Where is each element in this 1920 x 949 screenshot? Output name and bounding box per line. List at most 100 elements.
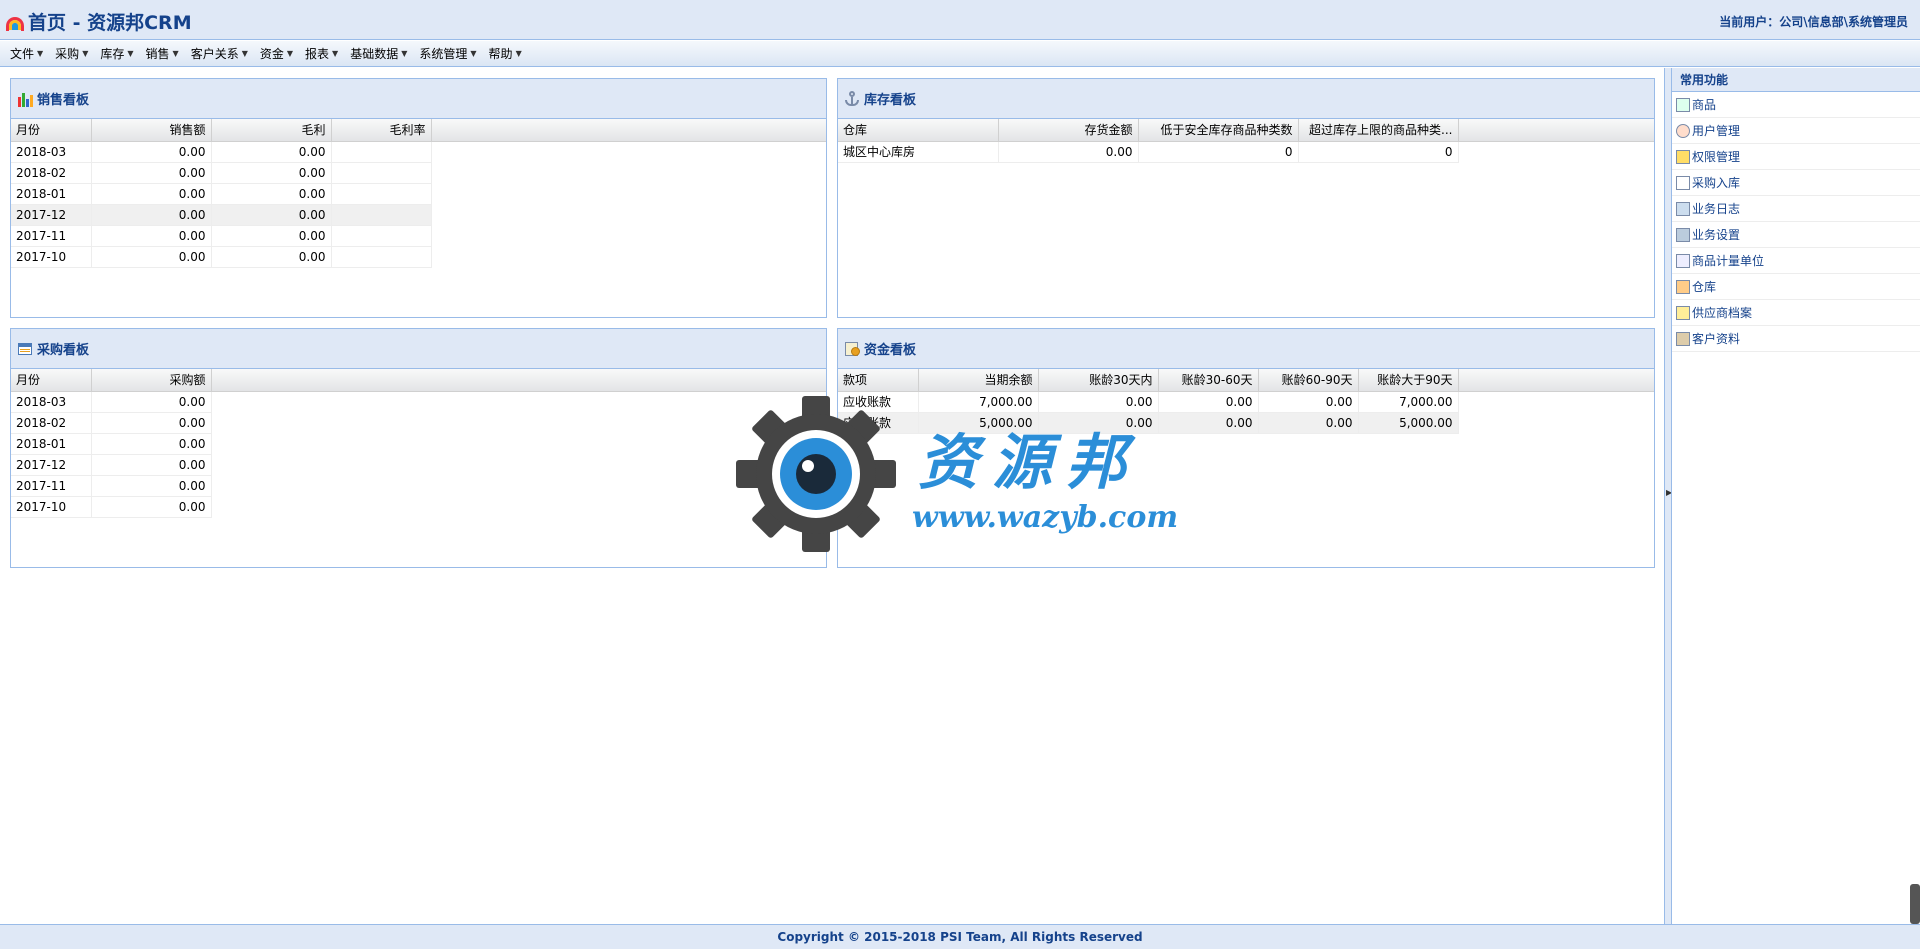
table-row[interactable]: 2017-10 0.00: [11, 496, 826, 518]
sidebar-collapse-bar[interactable]: ▶: [1664, 68, 1672, 924]
table-row[interactable]: 2017-11 0.00: [11, 475, 826, 497]
col-warehouse[interactable]: 仓库: [838, 119, 999, 142]
table-row[interactable]: 2018-01 0.00 0.00: [11, 183, 826, 205]
sales-panel-header: 销售看板: [11, 79, 826, 119]
purchase-panel-title: 采购看板: [37, 343, 90, 358]
app-title-text: 首页 - 资源邦CRM: [28, 12, 192, 34]
purchase-in-icon: [1676, 175, 1690, 190]
sidebar-item-logs[interactable]: 业务日志: [1672, 196, 1920, 222]
table-row[interactable]: 城区中心库房 0.00 0 0: [838, 141, 1654, 163]
grid-header-row: 仓库 存货金额 低于安全库存商品种类数 超过库存上限的商品种类...: [838, 119, 1654, 142]
caret-down-icon: ▼: [172, 48, 179, 58]
rainbow-logo-icon: [6, 15, 24, 31]
col-month[interactable]: 月份: [11, 369, 92, 392]
sidebar-item-goods[interactable]: 商品: [1672, 92, 1920, 118]
menu-inventory[interactable]: 库存 ▼: [94, 43, 139, 65]
table-row[interactable]: 2018-02 0.00: [11, 412, 826, 434]
col-age-30-60[interactable]: 账龄30-60天: [1158, 369, 1259, 392]
col-gross-profit[interactable]: 毛利: [211, 119, 332, 142]
col-age-30[interactable]: 账龄30天内: [1038, 369, 1159, 392]
sidebar-item-purchase-in[interactable]: 采购入库: [1672, 170, 1920, 196]
caret-down-icon: ▼: [332, 48, 339, 58]
col-item[interactable]: 款项: [838, 369, 919, 392]
grid-header-row: 月份 采购额: [11, 369, 826, 392]
scrollbar-handle[interactable]: [1910, 884, 1920, 924]
col-purchase-amount[interactable]: 采购额: [91, 369, 212, 392]
main-menubar: 文件 ▼ 采购 ▼ 库存 ▼ 销售 ▼ 客户关系 ▼ 资金 ▼ 报表 ▼ 基础数据 ▼ 系统管理…: [0, 41, 1920, 67]
header-filler: [1458, 369, 1654, 392]
table-row[interactable]: 2018-01 0.00: [11, 433, 826, 455]
table-row[interactable]: 2018-03 0.00: [11, 391, 826, 413]
warehouse-icon: [1676, 279, 1690, 294]
sidebar-item-warehouse[interactable]: 仓库: [1672, 274, 1920, 300]
sidebar-item-suppliers[interactable]: 供应商档案: [1672, 300, 1920, 326]
col-month[interactable]: 月份: [11, 119, 92, 142]
table-row[interactable]: 2017-12 0.00 0.00: [11, 204, 826, 226]
caret-down-icon: ▼: [286, 48, 294, 58]
customer-icon: [1676, 331, 1690, 346]
lock-icon: [1676, 149, 1690, 164]
col-age-60-90[interactable]: 账龄60-90天: [1258, 369, 1359, 392]
col-stock-amount[interactable]: 存货金额: [998, 119, 1139, 142]
inventory-panel-header: 库存看板: [838, 79, 1654, 119]
goods-icon: [1676, 97, 1690, 112]
col-below-safety[interactable]: 低于安全库存商品种类数: [1138, 119, 1299, 142]
log-icon: [1676, 201, 1690, 216]
inventory-panel-title: 库存看板: [864, 93, 917, 108]
menu-file[interactable]: 文件 ▼: [4, 43, 49, 65]
bar-chart-icon: [17, 91, 33, 107]
grid-header-row: 款项 当期余额 账龄30天内 账龄30-60天 账龄60-90天 账龄大于90天: [838, 369, 1654, 392]
favorites-sidebar: 常用功能 商品 用户管理 权限管理 采购入库 业务日志 业务设置 商品计量单位 …: [1671, 68, 1920, 924]
watermark-url: www.wazyb.com: [912, 500, 1179, 535]
sidebar-item-users[interactable]: 用户管理: [1672, 118, 1920, 144]
col-balance[interactable]: 当期余额: [918, 369, 1039, 392]
sales-grid: 月份 销售额 毛利 毛利率 2018-03 0.00 0.00 2018-02 0.0…: [11, 119, 826, 268]
anchor-icon: [844, 90, 860, 107]
window-icon: [17, 341, 33, 357]
col-over-limit[interactable]: 超过库存上限的商品种类...: [1298, 119, 1459, 142]
page-title: 首页 - 资源邦CRM: [6, 8, 192, 35]
header-filler: [211, 369, 826, 392]
caret-down-icon: ▼: [515, 48, 522, 58]
menu-purchase[interactable]: 采购 ▼: [49, 43, 94, 65]
inventory-panel: 库存看板 仓库 存货金额 低于安全库存商品种类数 超过库存上限的商品种类... …: [837, 78, 1655, 318]
caret-down-icon: ▼: [241, 48, 248, 58]
menu-funds[interactable]: 资金 ▼: [254, 43, 299, 65]
menu-system[interactable]: 系统管理 ▼: [413, 43, 482, 65]
sidebar-item-customers[interactable]: 客户资料: [1672, 326, 1920, 352]
sidebar-item-units[interactable]: 商品计量单位: [1672, 248, 1920, 274]
table-row[interactable]: 2018-03 0.00 0.00: [11, 141, 826, 163]
caret-down-icon: ▼: [37, 48, 44, 58]
menu-reports[interactable]: 报表 ▼: [299, 43, 344, 65]
menu-help[interactable]: 帮助 ▼: [483, 43, 528, 65]
col-sales-amount[interactable]: 销售额: [91, 119, 212, 142]
sidebar-item-permissions[interactable]: 权限管理: [1672, 144, 1920, 170]
table-row[interactable]: 2017-12 0.00: [11, 454, 826, 476]
footer-copyright: Copyright © 2015-2018 PSI Team, All Righ…: [0, 924, 1920, 949]
sidebar-title: 常用功能: [1672, 68, 1920, 92]
sales-panel: 销售看板 月份 销售额 毛利 毛利率 2018-03 0.00 0.00 2018-…: [10, 78, 827, 318]
funds-panel-title: 资金看板: [864, 343, 917, 358]
funds-panel-header: 资金看板: [838, 329, 1654, 369]
header-filler: [1458, 119, 1654, 142]
caret-down-icon: ▼: [127, 48, 134, 58]
menu-basedata[interactable]: 基础数据 ▼: [344, 43, 413, 65]
table-row[interactable]: 2017-11 0.00 0.00: [11, 225, 826, 247]
watermark: 资源邦 www.wazyb.com: [736, 396, 1196, 552]
caret-down-icon: ▼: [82, 48, 89, 58]
table-row[interactable]: 2018-02 0.00 0.00: [11, 162, 826, 184]
table-row[interactable]: 2017-10 0.00 0.00: [11, 246, 826, 268]
caret-down-icon: ▼: [401, 48, 408, 58]
unit-icon: [1676, 253, 1690, 268]
caret-down-icon: ▼: [470, 48, 477, 58]
col-gross-margin[interactable]: 毛利率: [331, 119, 432, 142]
app-header: 首页 - 资源邦CRM 当前用户：公司\信息部\系统管理员: [0, 0, 1920, 40]
purchase-grid: 月份 采购额 2018-03 0.00 2018-02 0.00 2018-01 0.…: [11, 369, 826, 518]
col-age-90-plus[interactable]: 账龄大于90天: [1358, 369, 1459, 392]
supplier-icon: [1676, 305, 1690, 320]
menu-sales[interactable]: 销售 ▼: [140, 43, 185, 65]
menu-crm[interactable]: 客户关系 ▼: [185, 43, 254, 65]
users-icon: [1676, 123, 1690, 138]
grid-header-row: 月份 销售额 毛利 毛利率: [11, 119, 826, 142]
sidebar-item-settings[interactable]: 业务设置: [1672, 222, 1920, 248]
